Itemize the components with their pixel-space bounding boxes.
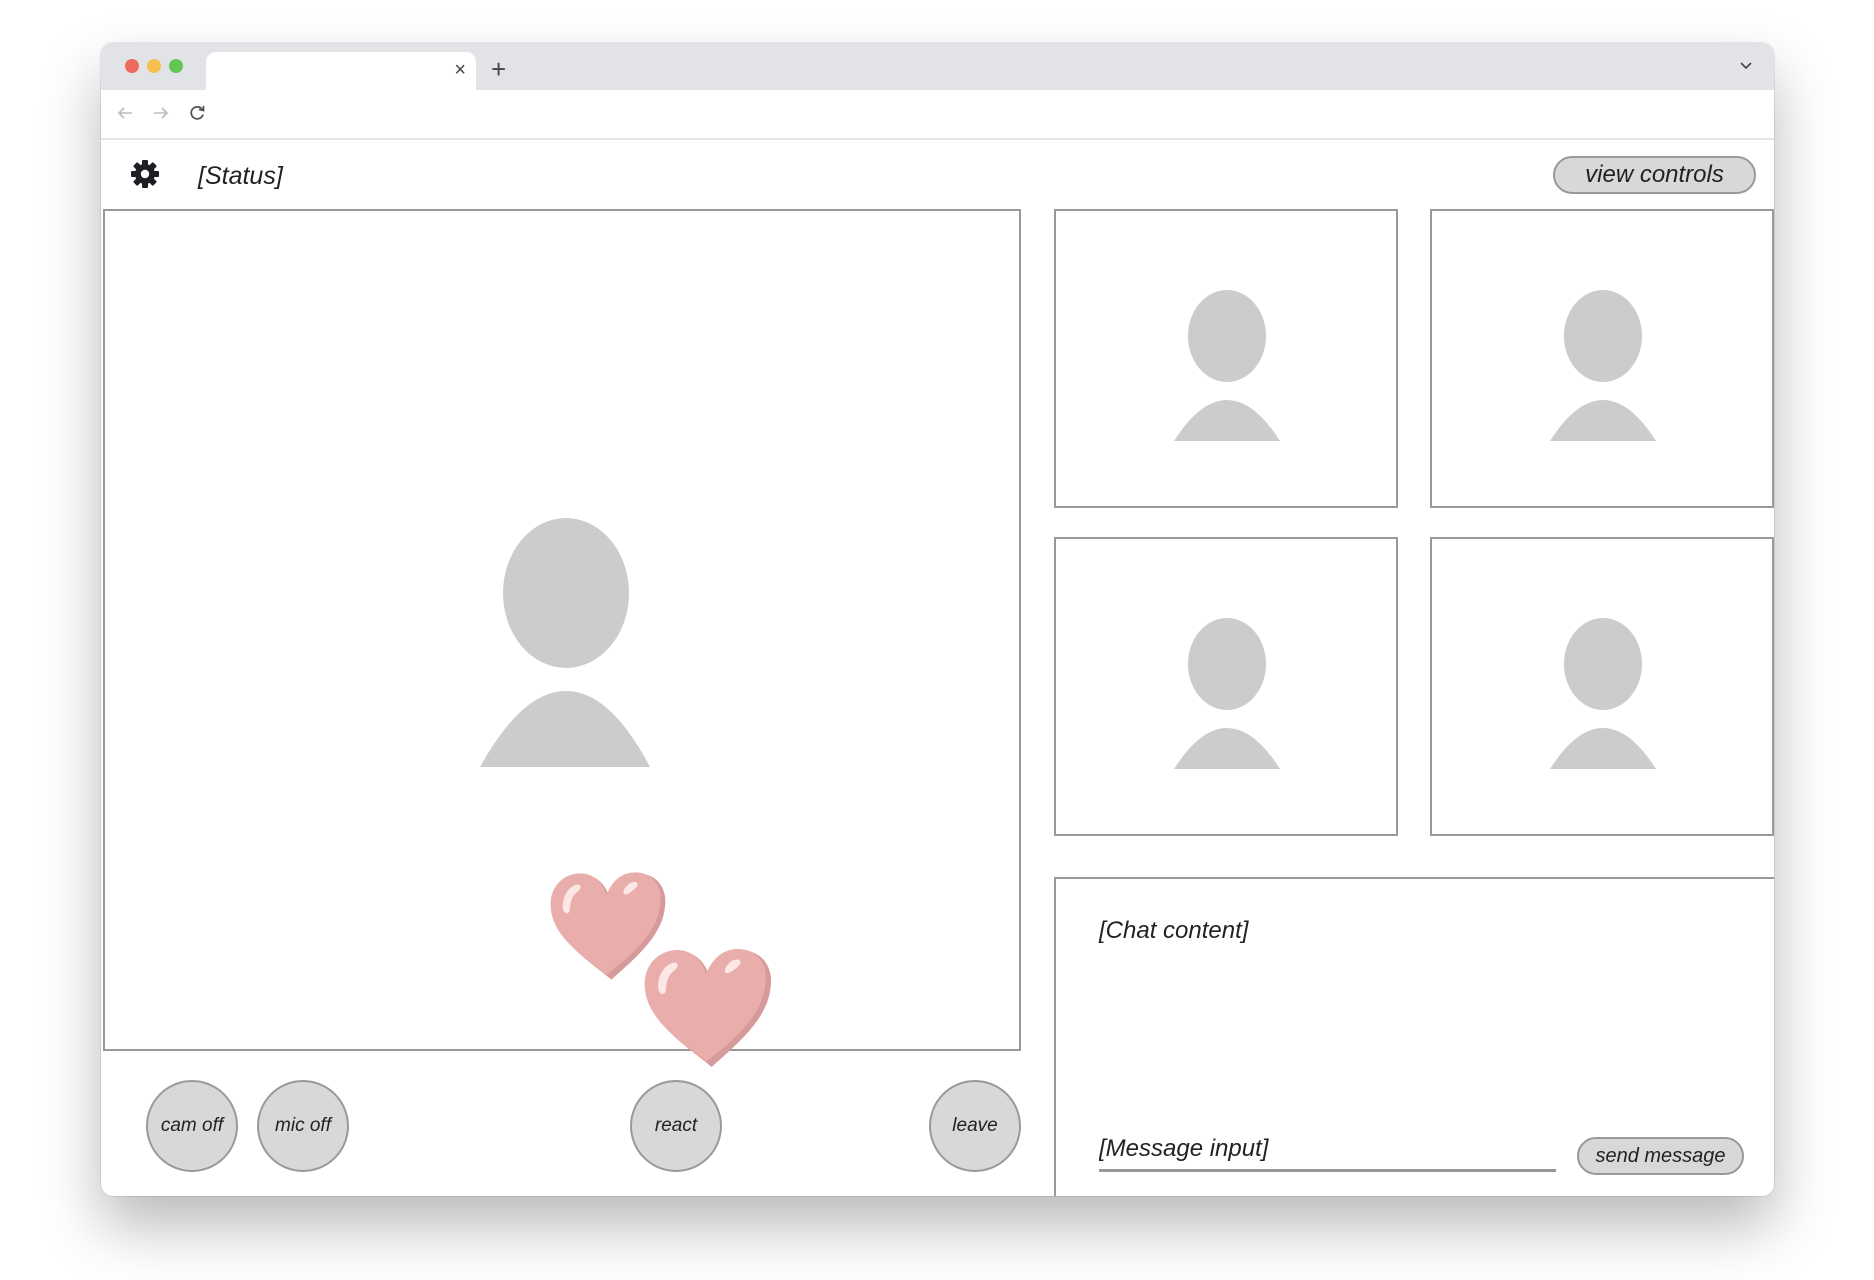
view-controls-button[interactable]: view controls <box>1553 156 1756 194</box>
mic-off-button[interactable]: mic off <box>257 1080 349 1172</box>
heart-reaction-icon <box>644 948 772 1067</box>
status-text: [Status] <box>198 162 283 190</box>
new-tab-icon[interactable]: + <box>491 56 506 82</box>
person-avatar-icon <box>1550 290 1656 441</box>
back-arrow-icon[interactable] <box>115 103 135 123</box>
person-avatar-icon <box>480 518 650 767</box>
minimize-window-button[interactable] <box>147 59 161 73</box>
leave-button[interactable]: leave <box>929 1080 1021 1172</box>
person-avatar-icon <box>1174 618 1280 769</box>
address-bar <box>101 90 1774 140</box>
message-input[interactable] <box>1099 1129 1556 1172</box>
tab-strip: × + <box>101 43 1774 90</box>
call-header: [Status] view controls <box>101 140 1774 210</box>
chat-panel: [Chat content] send message <box>1054 877 1774 1196</box>
forward-arrow-icon[interactable] <box>151 103 171 123</box>
chat-content: [Chat content] <box>1099 917 1249 944</box>
browser-window: × + [Status] view controls [Chat content… <box>101 43 1774 1196</box>
maximize-window-button[interactable] <box>169 59 183 73</box>
person-avatar-icon <box>1550 618 1656 769</box>
participant-tile[interactable] <box>1054 537 1398 836</box>
participant-tile[interactable] <box>1430 209 1774 508</box>
send-message-button[interactable]: send message <box>1577 1137 1744 1175</box>
react-button[interactable]: react <box>630 1080 722 1172</box>
person-avatar-icon <box>1174 290 1280 441</box>
participant-tile[interactable] <box>1054 209 1398 508</box>
reload-icon[interactable] <box>187 103 207 123</box>
gear-icon[interactable] <box>129 158 161 190</box>
close-tab-icon[interactable]: × <box>454 60 466 80</box>
close-window-button[interactable] <box>125 59 139 73</box>
browser-tab[interactable]: × <box>206 52 476 90</box>
cam-off-button[interactable]: cam off <box>146 1080 238 1172</box>
participant-tile[interactable] <box>1430 537 1774 836</box>
chevron-down-icon[interactable] <box>1738 57 1754 73</box>
